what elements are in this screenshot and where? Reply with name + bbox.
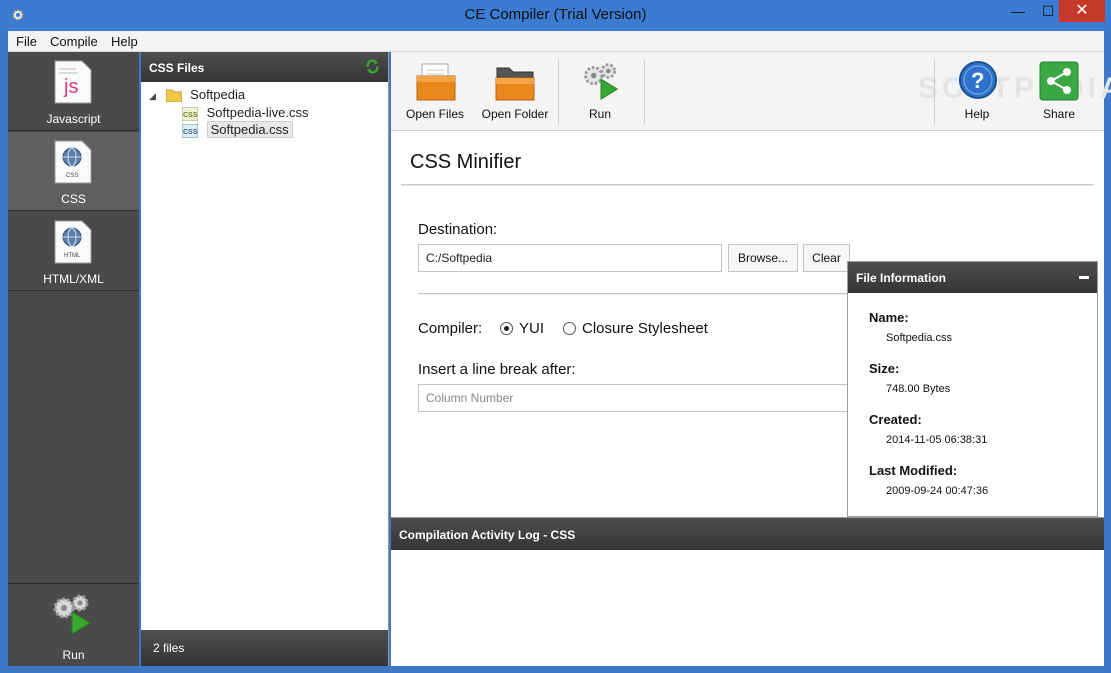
destination-label: Destination: — [418, 221, 498, 238]
files-panel-title: CSS Files — [149, 61, 205, 75]
file-info-title: File Information — [856, 271, 946, 285]
share-button[interactable]: Share — [1033, 52, 1085, 131]
svg-text:CSS: CSS — [183, 129, 198, 136]
form-divider — [418, 293, 848, 295]
open-folder-label: Open Folder — [481, 107, 549, 121]
folder-label: Softpedia — [190, 87, 246, 102]
app-window: CE Compiler (Trial Version) — ☐ ✕ File C… — [0, 0, 1111, 673]
yui-radio[interactable] — [500, 322, 513, 335]
sidebar-item-css[interactable]: CSS CSS — [8, 132, 139, 211]
share-label: Share — [1042, 107, 1076, 121]
browse-button[interactable]: Browse... — [728, 244, 798, 272]
run-gears-icon — [584, 63, 619, 100]
html-file-icon: HTML — [54, 220, 92, 264]
toolbar: Open Files Open Folder Run SOFTPEDIA ? H… — [391, 52, 1111, 131]
title-divider — [401, 184, 1094, 186]
minimize-button[interactable]: — — [1003, 0, 1033, 22]
svg-text:CSS: CSS — [183, 112, 198, 119]
css-file-icon: CSS — [182, 106, 198, 121]
yui-radio-label[interactable]: YUI — [519, 320, 544, 337]
linebreak-label: Insert a line break after: — [418, 361, 576, 378]
sidebar-label: HTML/XML — [43, 272, 104, 286]
menu-compile[interactable]: Compile — [50, 34, 98, 49]
menu-bar: File Compile Help — [8, 31, 1104, 52]
collapse-arrow-icon[interactable]: ◢ — [149, 91, 156, 101]
tree-file[interactable]: CSS Softpedia-live.css — [182, 105, 309, 121]
sidebar-run-button[interactable]: Run — [8, 583, 139, 666]
help-button[interactable]: ? Help — [951, 52, 1003, 131]
open-files-icon — [416, 63, 456, 101]
toolbar-separator — [644, 60, 645, 124]
css-file-icon: CSS — [182, 123, 198, 138]
open-folder-icon — [495, 67, 535, 101]
sidebar-label: CSS — [61, 192, 86, 206]
run-gears-icon — [53, 594, 91, 635]
help-label: Help — [964, 107, 990, 121]
menu-help[interactable]: Help — [111, 34, 138, 49]
open-files-button[interactable]: Open Files — [403, 52, 467, 131]
folder-icon — [165, 89, 182, 103]
css-file-icon: CSS — [54, 140, 92, 184]
sidebar-item-javascript[interactable]: js Javascript — [8, 52, 139, 131]
js-file-icon: js — [54, 60, 92, 104]
file-info-panel: File Information Name: Softpedia.css Siz… — [847, 261, 1098, 517]
run-button[interactable]: Run — [575, 52, 625, 131]
collapse-icon[interactable] — [1079, 276, 1089, 279]
help-icon: ? — [959, 61, 997, 99]
toolbar-separator — [934, 60, 935, 124]
language-sidebar: js Javascript CSS CSS HTML HTML/XML Run — [8, 52, 139, 666]
sidebar-item-html[interactable]: HTML HTML/XML — [8, 212, 139, 291]
column-number-input[interactable] — [418, 384, 858, 412]
tree-file-selected[interactable]: CSS Softpedia.css — [182, 121, 293, 138]
svg-text:js: js — [63, 76, 78, 98]
svg-text:HTML: HTML — [64, 253, 81, 259]
close-button[interactable]: ✕ — [1059, 0, 1105, 22]
open-folder-button[interactable]: Open Folder — [481, 52, 549, 131]
name-value: Softpedia.css — [886, 332, 953, 344]
closure-radio[interactable] — [563, 322, 576, 335]
compiler-label: Compiler: — [418, 320, 483, 337]
menu-file[interactable]: File — [16, 34, 37, 49]
activity-log-panel: Compilation Activity Log - CSS — [391, 517, 1104, 666]
sidebar-label: Javascript — [46, 112, 101, 126]
files-panel-footer: 2 files — [141, 630, 388, 666]
window-title: CE Compiler (Trial Version) — [464, 6, 647, 23]
page-title: CSS Minifier — [410, 151, 522, 173]
run-label: Run — [588, 107, 611, 121]
closure-radio-label[interactable]: Closure Stylesheet — [582, 320, 708, 337]
title-bar: CE Compiler (Trial Version) — ☐ ✕ — [0, 0, 1111, 31]
modified-value: 2009-09-24 00:47:36 — [886, 485, 989, 497]
svg-text:?: ? — [971, 68, 984, 93]
name-label: Name: — [869, 310, 909, 325]
destination-input[interactable] — [418, 244, 722, 272]
modified-label: Last Modified: — [869, 463, 958, 478]
created-label: Created: — [869, 412, 922, 427]
files-panel-header: CSS Files — [141, 52, 388, 82]
toolbar-separator — [558, 60, 559, 124]
files-panel: CSS Files ◢ Softpedia CSS Softpedia-live… — [141, 52, 389, 666]
file-label: Softpedia-live.css — [206, 105, 309, 120]
created-value: 2014-11-05 06:38:31 — [886, 434, 988, 446]
log-title: Compilation Activity Log - CSS — [399, 528, 576, 542]
refresh-icon[interactable] — [365, 59, 380, 74]
size-label: Size: — [869, 361, 900, 376]
sidebar-run-label: Run — [62, 648, 85, 662]
tree-folder[interactable]: ◢ Softpedia — [149, 87, 246, 103]
file-count: 2 files — [153, 641, 185, 655]
svg-text:CSS: CSS — [66, 173, 78, 179]
size-value: 748.00 Bytes — [886, 383, 951, 395]
clear-button[interactable]: Clear — [803, 244, 850, 272]
open-files-label: Open Files — [405, 107, 465, 121]
file-info-header: File Information — [848, 262, 1097, 293]
share-icon — [1039, 61, 1079, 101]
log-header: Compilation Activity Log - CSS — [391, 518, 1104, 550]
file-label: Softpedia.css — [206, 121, 293, 138]
